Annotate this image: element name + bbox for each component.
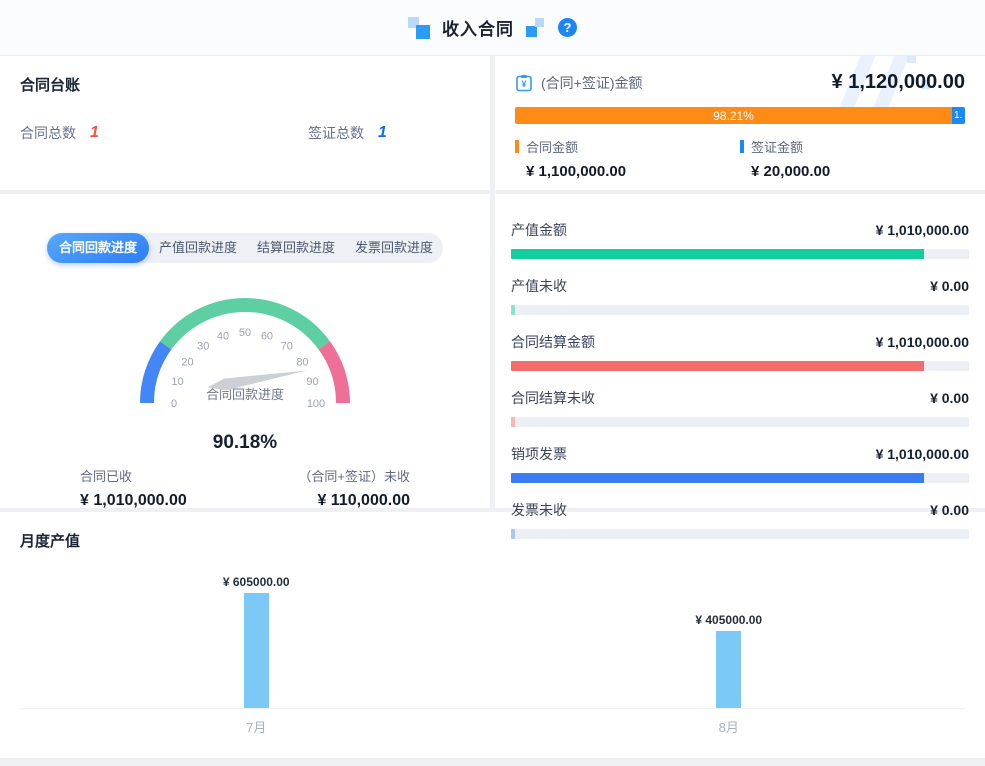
svg-text:40: 40: [217, 330, 229, 342]
metric-bar-fill: [511, 361, 924, 371]
metric-label: 合同结算金额: [511, 332, 595, 352]
metric-label: 产值未收: [511, 276, 567, 296]
metric-bar-fill: [511, 417, 515, 427]
summary-progress-secondary: 1.: [952, 107, 965, 124]
svg-text:0: 0: [171, 398, 177, 410]
visa-total-label: 签证总数: [308, 123, 364, 143]
bar-column-july: ¥ 605000.00: [20, 563, 493, 708]
metric-value: ¥ 1,010,000.00: [876, 334, 969, 350]
summary-progress-primary: 98.21%: [515, 107, 952, 124]
visa-amount-value: ¥ 20,000.00: [751, 163, 965, 180]
bill-icon: ¥: [515, 74, 533, 92]
metric-bar-track: [511, 473, 969, 483]
ledger-title: 合同台账: [20, 74, 470, 95]
metric-bar-track: [511, 361, 969, 371]
app-header: 收入合同 ?: [0, 0, 985, 56]
svg-text:20: 20: [181, 356, 193, 368]
metric-bar-track: [511, 529, 969, 539]
metrics-card: 产值金额 ¥ 1,010,000.00 产值未收 ¥ 0.00 合同结算金额 ¥ 1,…: [495, 194, 985, 508]
metric-row-output-unreceived: 产值未收 ¥ 0.00: [511, 276, 969, 315]
svg-text:100: 100: [307, 398, 325, 410]
tab-contract-recovery[interactable]: 合同回款进度: [47, 233, 149, 263]
metric-row-output-amount: 产值金额 ¥ 1,010,000.00: [511, 220, 969, 259]
metric-bar-track: [511, 417, 969, 427]
metric-bar-fill: [511, 529, 515, 539]
svg-text:80: 80: [296, 356, 308, 368]
metric-row-settlement-amount: 合同结算金额 ¥ 1,010,000.00: [511, 332, 969, 371]
metric-label: 销项发票: [511, 444, 567, 464]
bar-value-label: ¥ 605000.00: [223, 575, 290, 589]
svg-text:合同回款进度: 合同回款进度: [206, 387, 284, 402]
recovery-tabbar: 合同回款进度 产值回款进度 结算回款进度 发票回款进度: [47, 233, 443, 263]
unreceived-stat: （合同+签证）未收 ¥ 110,000.00: [298, 466, 410, 510]
metric-row-invoice-unreceived: 发票未收 ¥ 0.00: [511, 500, 969, 539]
x-tick-july: 7月: [20, 717, 493, 736]
contract-ledger-card: 合同台账 合同总数 1 签证总数 1: [0, 56, 490, 190]
tab-settlement-recovery[interactable]: 结算回款进度: [247, 233, 345, 263]
received-label: 合同已收: [80, 466, 187, 485]
title-decoration-right-icon: [524, 17, 548, 39]
metric-label: 合同结算未收: [511, 388, 595, 408]
received-stat: 合同已收 ¥ 1,010,000.00: [80, 466, 187, 510]
middle-row: 合同回款进度 产值回款进度 结算回款进度 发票回款进度 0 10 20 30 40 50 6…: [0, 194, 985, 508]
visa-amount-marker-icon: [740, 140, 744, 153]
metric-label: 发票未收: [511, 500, 567, 520]
bar-value-label: ¥ 405000.00: [695, 613, 762, 627]
metric-bar-fill: [511, 249, 924, 259]
metric-row-settlement-unreceived: 合同结算未收 ¥ 0.00: [511, 388, 969, 427]
recovery-gauge: 0 10 20 30 40 50 60 7080 90 100 合同回款进度: [110, 275, 380, 430]
metric-value: ¥ 1,010,000.00: [876, 446, 969, 462]
received-value: ¥ 1,010,000.00: [80, 492, 187, 510]
top-row: 合同台账 合同总数 1 签证总数 1 ¥ (合同+签证)金额 ¥ 1,120,0…: [0, 56, 985, 190]
metric-label: 产值金额: [511, 220, 567, 240]
svg-text:90: 90: [306, 376, 318, 388]
contract-amount-legend: 合同金额 ¥ 1,100,000.00: [515, 137, 740, 180]
amount-summary-card: ¥ (合同+签证)金额 ¥ 1,120,000.00 98.21% 1. 合同金…: [495, 56, 985, 190]
summary-total-value: ¥ 1,120,000.00: [832, 71, 965, 94]
summary-label: (合同+签证)金额: [541, 73, 643, 93]
gauge-value: 90.18%: [213, 432, 277, 454]
metric-value: ¥ 0.00: [930, 278, 969, 294]
unreceived-value: ¥ 110,000.00: [298, 492, 410, 510]
bar-column-august: ¥ 405000.00: [493, 563, 966, 708]
metric-value: ¥ 0.00: [930, 390, 969, 406]
summary-progress-bar: 98.21% 1.: [515, 107, 965, 124]
svg-text:10: 10: [171, 376, 183, 388]
monthly-output-card: 月度产值 ¥ 605000.00 ¥ 405000.00 7月 8月: [0, 512, 985, 758]
contract-total-label: 合同总数: [20, 123, 76, 143]
x-axis: 7月 8月: [20, 717, 965, 736]
unreceived-label: （合同+签证）未收: [298, 466, 410, 485]
svg-text:¥: ¥: [521, 79, 526, 89]
visa-total-value: 1: [378, 124, 387, 142]
metric-row-output-invoice: 销项发票 ¥ 1,010,000.00: [511, 444, 969, 483]
visa-amount-legend: 签证金额 ¥ 20,000.00: [740, 137, 965, 180]
contract-amount-value: ¥ 1,100,000.00: [526, 163, 740, 180]
svg-text:70: 70: [281, 341, 293, 353]
contract-amount-label: 合同金额: [526, 137, 578, 156]
metric-value: ¥ 0.00: [930, 502, 969, 518]
monthly-bar-chart: ¥ 605000.00 ¥ 405000.00: [20, 563, 965, 709]
contract-total-value: 1: [90, 124, 99, 142]
metric-bar-track: [511, 249, 969, 259]
help-icon[interactable]: ?: [558, 18, 577, 37]
title-decoration-left-icon: [408, 17, 432, 39]
bar-july: [244, 593, 269, 708]
metric-value: ¥ 1,010,000.00: [876, 222, 969, 238]
x-tick-august: 8月: [493, 717, 966, 736]
svg-text:30: 30: [197, 341, 209, 353]
contract-amount-marker-icon: [515, 140, 519, 153]
metric-bar-fill: [511, 473, 924, 483]
metric-bar-track: [511, 305, 969, 315]
bar-august: [716, 631, 741, 708]
tab-invoice-recovery[interactable]: 发票回款进度: [345, 233, 443, 263]
svg-text:60: 60: [261, 330, 273, 342]
visa-amount-label: 签证金额: [751, 137, 803, 156]
svg-text:50: 50: [239, 327, 251, 339]
page-title: 收入合同: [442, 15, 514, 40]
tab-output-recovery[interactable]: 产值回款进度: [149, 233, 247, 263]
contract-total-stat: 合同总数 1: [20, 123, 308, 143]
metric-bar-fill: [511, 305, 515, 315]
visa-total-stat: 签证总数 1: [308, 123, 387, 143]
recovery-progress-card: 合同回款进度 产值回款进度 结算回款进度 发票回款进度 0 10 20 30 40 50 6…: [0, 194, 490, 508]
